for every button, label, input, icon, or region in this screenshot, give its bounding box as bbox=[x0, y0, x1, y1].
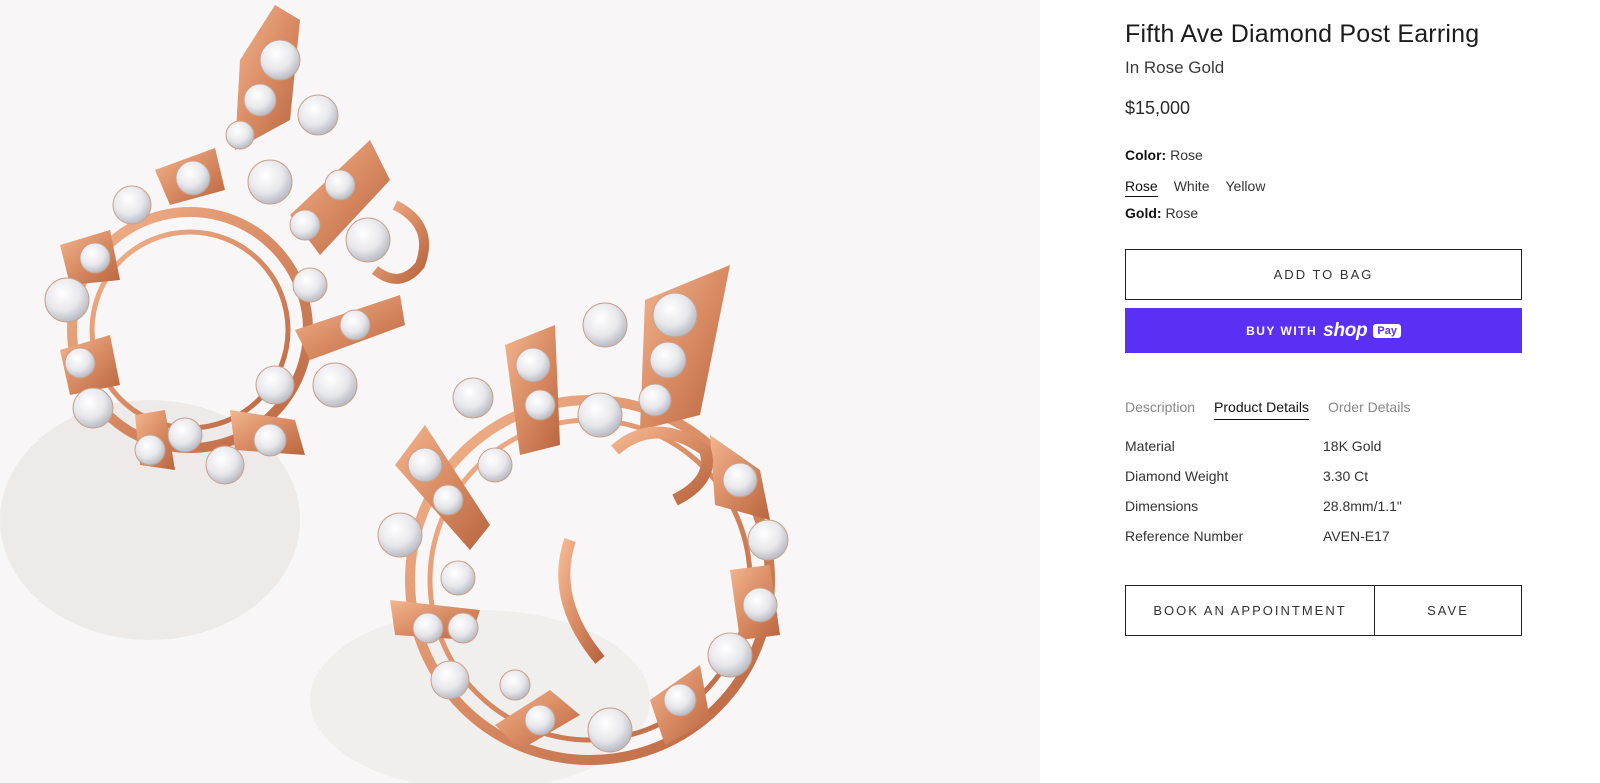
gold-value: Rose bbox=[1165, 205, 1199, 221]
book-appointment-button[interactable]: BOOK AN APPOINTMENT bbox=[1125, 585, 1375, 636]
detail-value: 18K Gold bbox=[1323, 438, 1382, 454]
detail-key: Reference Number bbox=[1125, 528, 1244, 544]
detail-row: Dimensions 28.8mm/1.1" bbox=[1125, 498, 1525, 528]
color-label: Color: bbox=[1125, 147, 1167, 163]
detail-key: Diamond Weight bbox=[1125, 468, 1229, 484]
earrings-illustration bbox=[0, 5, 789, 783]
product-subtitle: In Rose Gold bbox=[1125, 58, 1225, 77]
shop-pay-prefix: BUY WITH bbox=[1246, 323, 1318, 338]
color-swatches: Rose White Yellow bbox=[1125, 178, 1265, 197]
detail-key: Dimensions bbox=[1125, 498, 1199, 514]
detail-value: 28.8mm/1.1" bbox=[1323, 498, 1402, 514]
shop-pay-button[interactable]: BUY WITH shop Pay bbox=[1125, 308, 1522, 353]
swatch-rose[interactable]: Rose bbox=[1125, 178, 1158, 197]
detail-row: Reference Number AVEN-E17 bbox=[1125, 528, 1525, 558]
add-to-bag-button[interactable]: ADD TO BAG bbox=[1125, 249, 1522, 300]
tab-order-details[interactable]: Order Details bbox=[1328, 399, 1410, 420]
gold-option-line: Gold: Rose bbox=[1125, 205, 1198, 221]
detail-value: 3.30 Ct bbox=[1323, 468, 1369, 484]
product-price: $15,000 bbox=[1125, 98, 1191, 118]
tab-description[interactable]: Description bbox=[1125, 399, 1195, 420]
product-image bbox=[0, 0, 1040, 783]
detail-row: Material 18K Gold bbox=[1125, 438, 1525, 468]
detail-value: AVEN-E17 bbox=[1323, 528, 1390, 544]
color-option-line: Color: Rose bbox=[1125, 147, 1203, 163]
detail-row: Diamond Weight 3.30 Ct bbox=[1125, 468, 1525, 498]
product-details-table: Material 18K Gold Diamond Weight 3.30 Ct… bbox=[1125, 438, 1525, 558]
save-button[interactable]: SAVE bbox=[1374, 585, 1522, 636]
info-tabs: Description Product Details Order Detail… bbox=[1125, 399, 1410, 420]
detail-key: Material bbox=[1125, 438, 1175, 454]
gold-label: Gold: bbox=[1125, 205, 1162, 221]
shop-pay-badge: Pay bbox=[1373, 323, 1401, 338]
color-value: Rose bbox=[1170, 147, 1203, 163]
product-title: Fifth Ave Diamond Post Earring bbox=[1125, 20, 1480, 48]
earring-left bbox=[44, 5, 429, 485]
tab-product-details[interactable]: Product Details bbox=[1214, 399, 1309, 420]
shop-pay-logo: shop bbox=[1323, 319, 1368, 341]
swatch-yellow[interactable]: Yellow bbox=[1225, 178, 1265, 197]
swatch-white[interactable]: White bbox=[1174, 178, 1210, 197]
